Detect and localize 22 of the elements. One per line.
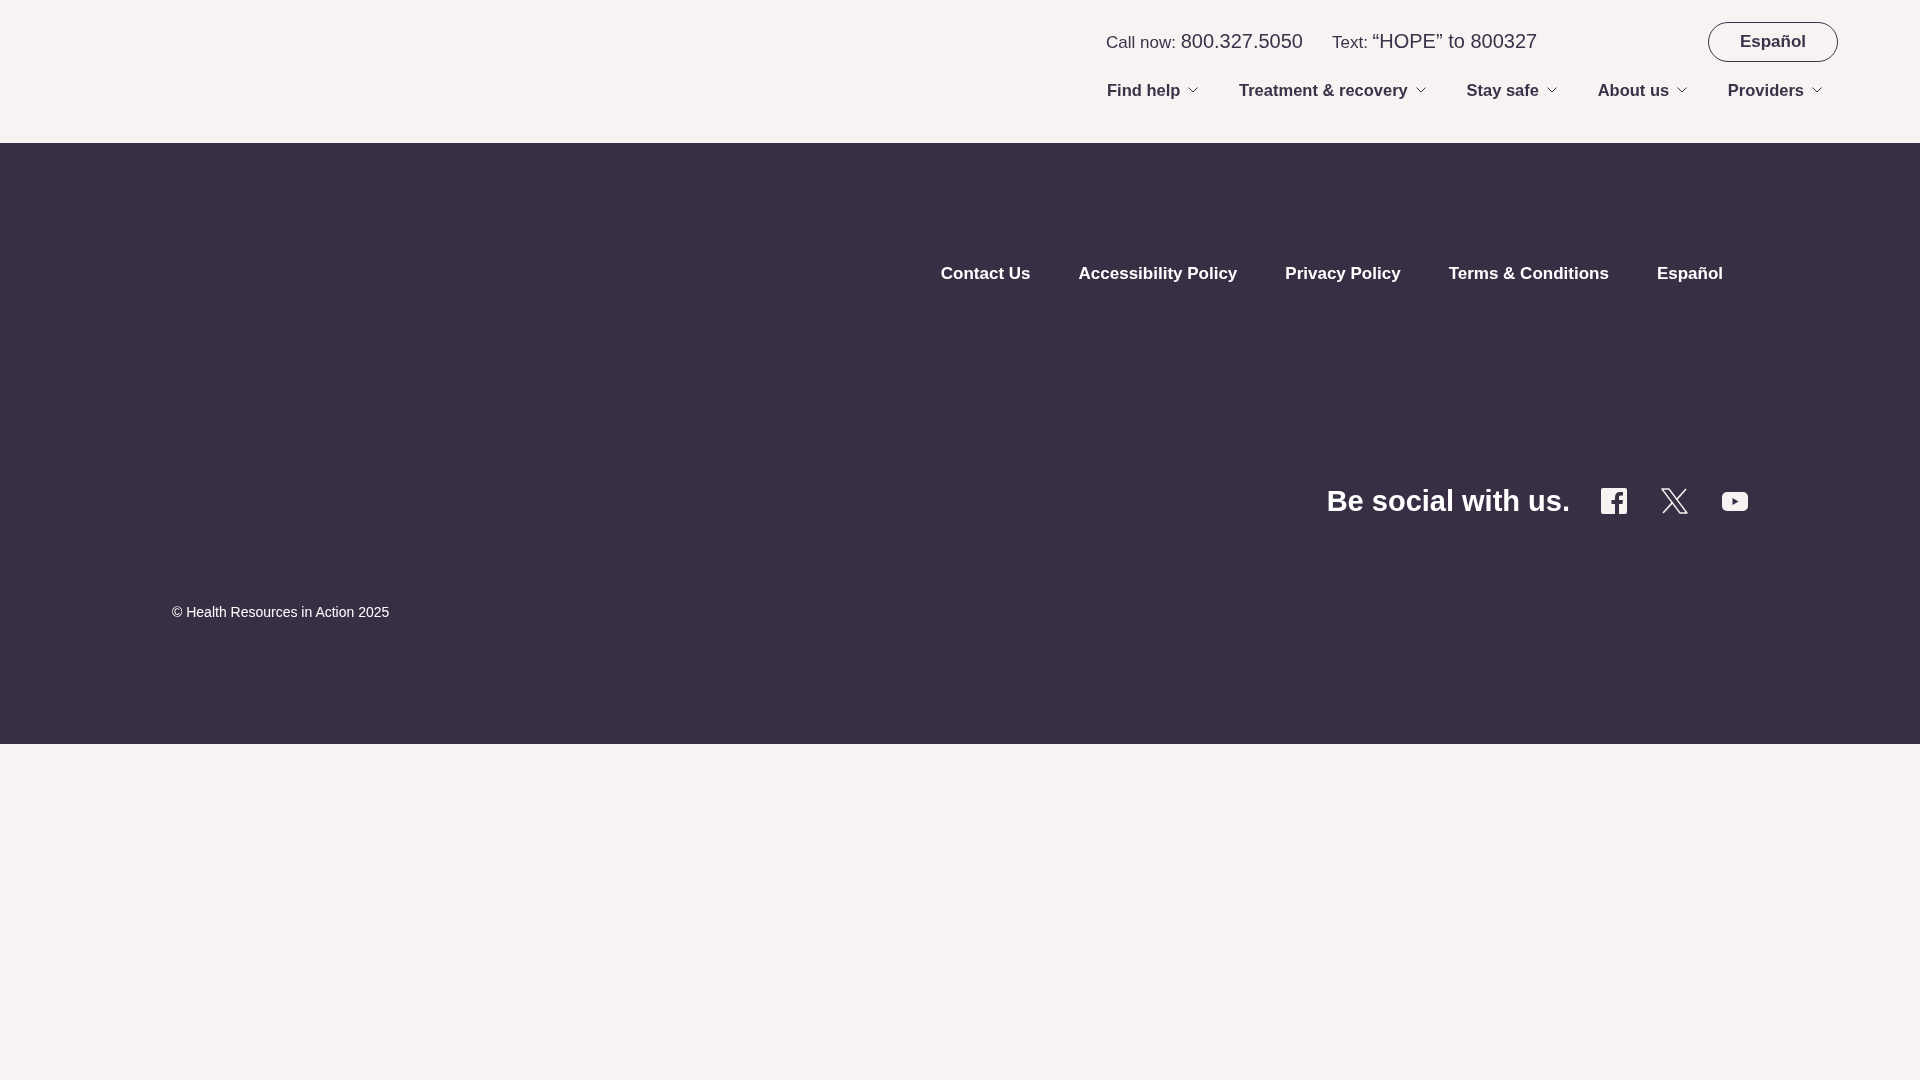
chevron-down-icon — [1677, 87, 1688, 93]
footer-link[interactable]: Contact Us — [940, 264, 1031, 284]
x-logo-icon[interactable] — [1661, 488, 1688, 514]
nav-menu-item[interactable]: About us — [1597, 79, 1688, 101]
chevron-down-icon — [1415, 87, 1426, 93]
footer-link[interactable]: Privacy Policy — [1285, 264, 1401, 284]
footer-link[interactable]: Accessibility Policy — [1078, 264, 1238, 284]
copyright-text: © Health Resources in Action 2025 — [172, 603, 390, 621]
play-button-icon[interactable] — [1722, 491, 1748, 511]
nav-menu-item[interactable]: Stay safe — [1466, 79, 1557, 101]
footer-link[interactable]: Terms & Conditions — [1448, 264, 1609, 284]
nav-menu-item[interactable]: Find help — [1107, 79, 1199, 101]
nav-menu-item[interactable]: Providers — [1727, 79, 1822, 101]
contact-link[interactable]: Call now: 800.327.5050 — [1106, 30, 1303, 54]
chevron-down-icon — [1546, 87, 1557, 93]
f-logo-icon[interactable] — [1601, 488, 1627, 514]
footer-link[interactable]: Español — [1656, 264, 1723, 284]
chevron-down-icon — [1812, 87, 1822, 93]
nav-menu-item[interactable]: Treatment & recovery — [1239, 79, 1426, 101]
social-heading: Be social with us. — [1326, 484, 1570, 519]
chevron-down-icon — [1188, 87, 1199, 93]
contact-link[interactable]: Text: “HOPE” to 800327 — [1332, 30, 1538, 54]
